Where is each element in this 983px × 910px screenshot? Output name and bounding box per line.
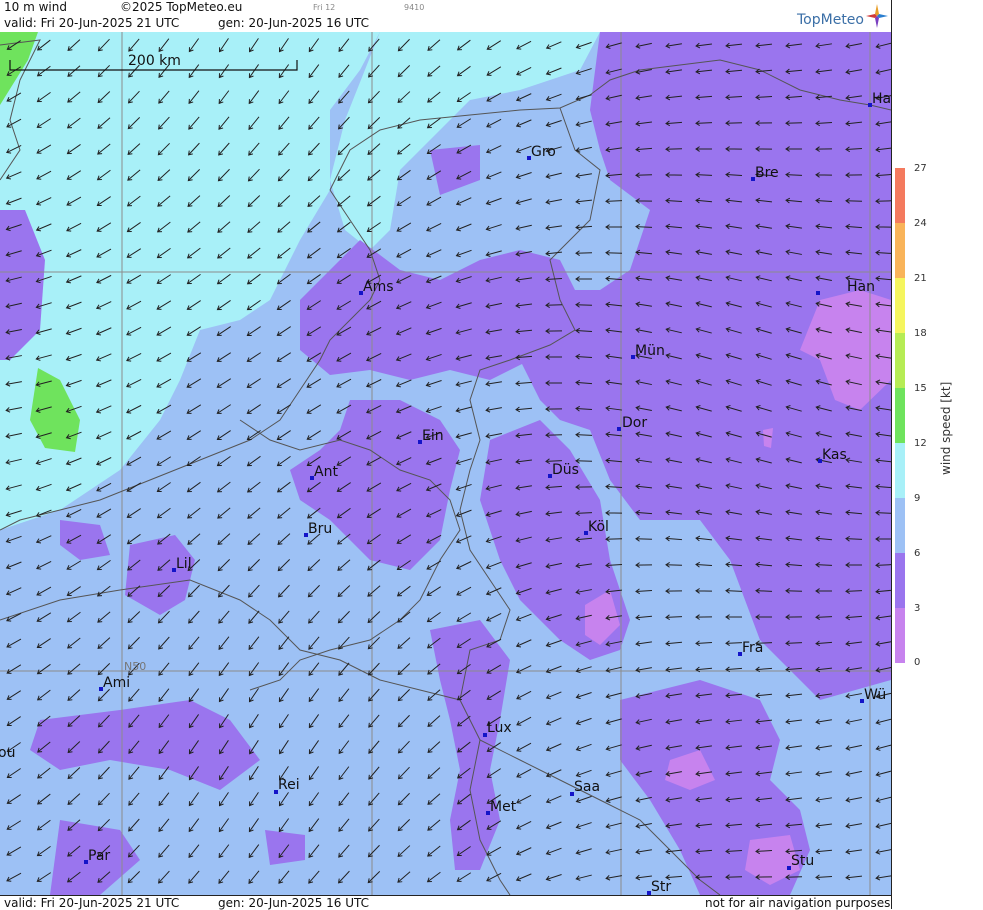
code-label: 9410 bbox=[404, 3, 425, 12]
footer-bar: valid: Fri 20-Jun-2025 21 UTC gen: 20-Ju… bbox=[0, 895, 891, 910]
city-label: Saa bbox=[574, 779, 600, 795]
footer-generated-time: gen: 20-Jun-2025 16 UTC bbox=[218, 896, 370, 910]
city-label: Str bbox=[651, 879, 671, 895]
colorbar-15-18 bbox=[895, 333, 905, 388]
colorbar-3-6 bbox=[895, 553, 905, 608]
legend-unit-label: wind speed [kt] bbox=[939, 381, 953, 475]
legend-tick: 3 bbox=[914, 603, 921, 614]
city-label: Ant bbox=[314, 464, 338, 480]
legend-tick: 9 bbox=[914, 493, 921, 504]
legend-tick: 0 bbox=[914, 657, 921, 668]
city-label: Rei bbox=[278, 777, 300, 793]
city-label: Par bbox=[88, 848, 110, 864]
valid-time: valid: Fri 20-Jun-2025 21 UTC bbox=[4, 16, 180, 30]
city-label: Ams bbox=[363, 279, 394, 295]
colorbar-24-27 bbox=[895, 168, 905, 223]
city-label: Köl bbox=[588, 519, 609, 535]
city-label: Düs bbox=[552, 462, 579, 478]
wind-map[interactable]: 200 km N50 Gro Bre Ha Ams Han Mün Ein Do… bbox=[0, 32, 891, 895]
city-label: Wü bbox=[864, 687, 886, 703]
city-label: Bre bbox=[755, 165, 779, 181]
colorbar-12-15 bbox=[895, 388, 905, 443]
city-label: Kas bbox=[822, 447, 847, 463]
step-label: Fri 12 bbox=[313, 3, 336, 12]
city-label: Mün bbox=[635, 343, 665, 359]
legend-tick: 21 bbox=[914, 273, 927, 284]
legend-tick: 18 bbox=[914, 328, 927, 339]
colorbar-18-21 bbox=[895, 278, 905, 333]
city-label: Stu bbox=[791, 853, 814, 869]
legend-tick: 6 bbox=[914, 548, 921, 559]
city-label: Han bbox=[847, 279, 875, 295]
map-canvas: 200 km N50 Gro Bre Ha Ams Han Mün Ein Do… bbox=[0, 32, 891, 895]
legend-tick: 27 bbox=[914, 163, 927, 174]
city-label: Lux bbox=[487, 720, 512, 736]
legend-tick: 12 bbox=[914, 438, 927, 449]
footer-valid-time: valid: Fri 20-Jun-2025 21 UTC bbox=[4, 896, 180, 910]
city-label: ou bbox=[0, 745, 15, 761]
generated-time: gen: 20-Jun-2025 16 UTC bbox=[218, 16, 370, 30]
legend-tick: 24 bbox=[914, 218, 927, 229]
scale-label: 200 km bbox=[128, 53, 181, 69]
colorbar-0-3 bbox=[895, 608, 905, 663]
product-title: 10 m wind bbox=[4, 0, 67, 14]
city-marker bbox=[617, 427, 621, 431]
city-marker bbox=[816, 291, 820, 295]
legend-tick: 15 bbox=[914, 383, 927, 394]
city-label: Lil bbox=[176, 556, 192, 572]
city-label: Bru bbox=[308, 521, 332, 537]
city-label: Gro bbox=[531, 144, 556, 160]
brand-name: TopMeteo bbox=[797, 12, 864, 28]
compass-logo-icon bbox=[866, 4, 888, 28]
colorbar-9-12 bbox=[895, 443, 905, 498]
colorbar-21-24 bbox=[895, 223, 905, 278]
city-label: Met bbox=[490, 799, 517, 815]
legend-panel: 27 24 21 18 15 12 9 6 3 0 bbox=[891, 0, 983, 909]
header-bar: 10 m wind ©2025 TopMeteo.eu Fri 12 9410 … bbox=[0, 0, 891, 32]
lat-label: N50 bbox=[124, 660, 146, 673]
copyright: ©2025 TopMeteo.eu bbox=[120, 0, 243, 14]
colorbar bbox=[895, 168, 905, 663]
disclaimer: not for air navigation purposes bbox=[705, 896, 891, 910]
colorbar-6-9 bbox=[895, 498, 905, 553]
city-label: Ami bbox=[103, 675, 130, 691]
city-label: Ein bbox=[422, 428, 444, 444]
city-label: Fra bbox=[742, 640, 763, 656]
city-label: Ha bbox=[872, 91, 891, 107]
city-label: Dor bbox=[622, 415, 647, 431]
